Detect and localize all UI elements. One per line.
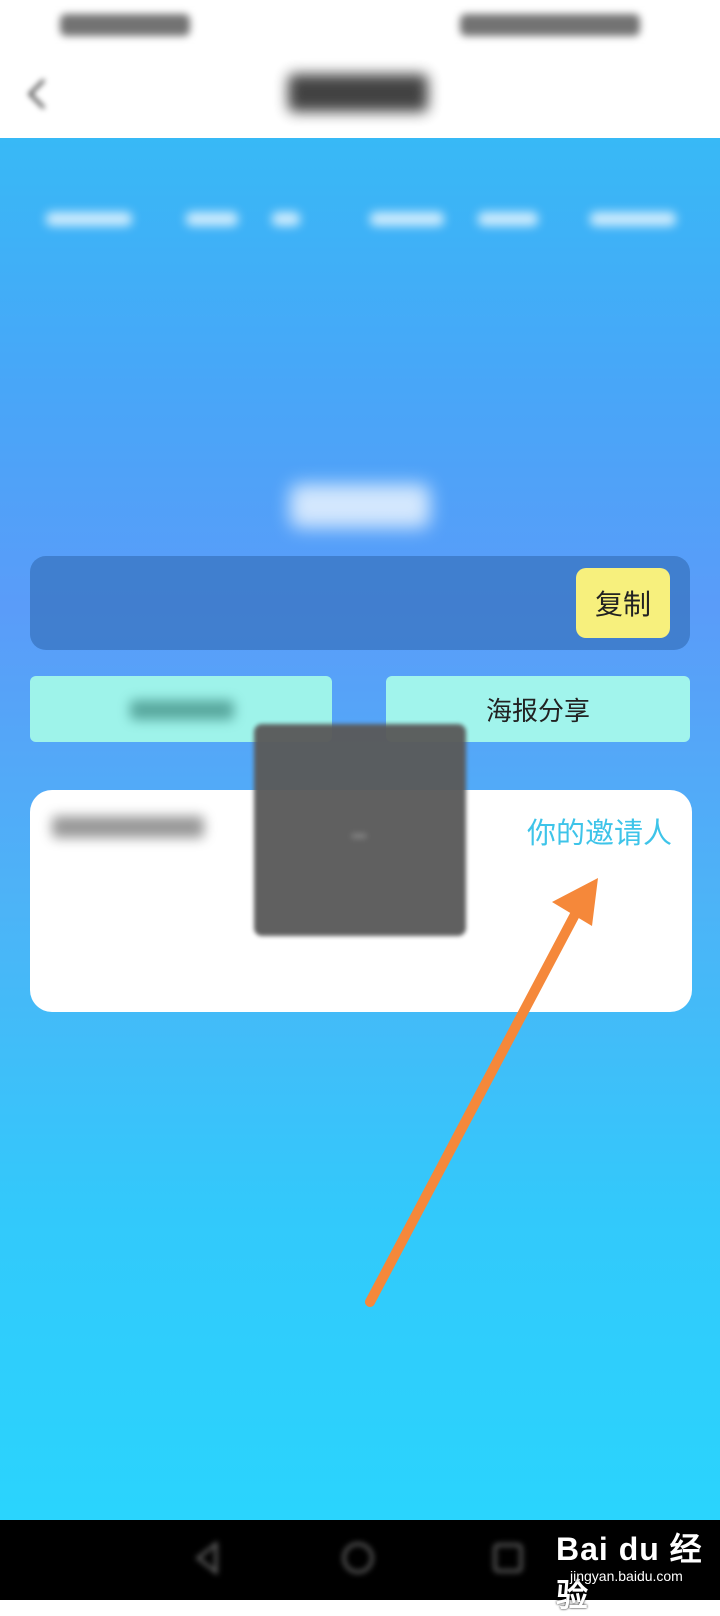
invite-code-label bbox=[290, 484, 430, 528]
watermark: Bai du 经验 jingyan.baidu.com bbox=[530, 1522, 710, 1613]
copy-button[interactable]: 复制 bbox=[576, 568, 670, 638]
your-inviter-link[interactable]: 你的邀请人 bbox=[527, 810, 672, 852]
nav-home-icon[interactable] bbox=[338, 1538, 378, 1578]
system-status-icons bbox=[460, 14, 640, 36]
nav-back-icon[interactable] bbox=[188, 1538, 228, 1578]
stats-row bbox=[0, 200, 720, 240]
loading-indicator bbox=[352, 834, 366, 838]
title-bar bbox=[0, 50, 720, 138]
qr-code-button-label bbox=[130, 700, 234, 720]
page-title bbox=[288, 74, 428, 112]
loading-overlay bbox=[254, 724, 466, 936]
signal-indicators bbox=[60, 14, 190, 36]
invited-users-label bbox=[52, 816, 204, 838]
watermark-url: jingyan.baidu.com bbox=[570, 1568, 683, 1584]
back-arrow-icon[interactable] bbox=[22, 76, 52, 112]
invite-code-bar: 复制 bbox=[30, 556, 690, 650]
status-bar bbox=[0, 0, 720, 50]
nav-recent-icon[interactable] bbox=[488, 1538, 528, 1578]
